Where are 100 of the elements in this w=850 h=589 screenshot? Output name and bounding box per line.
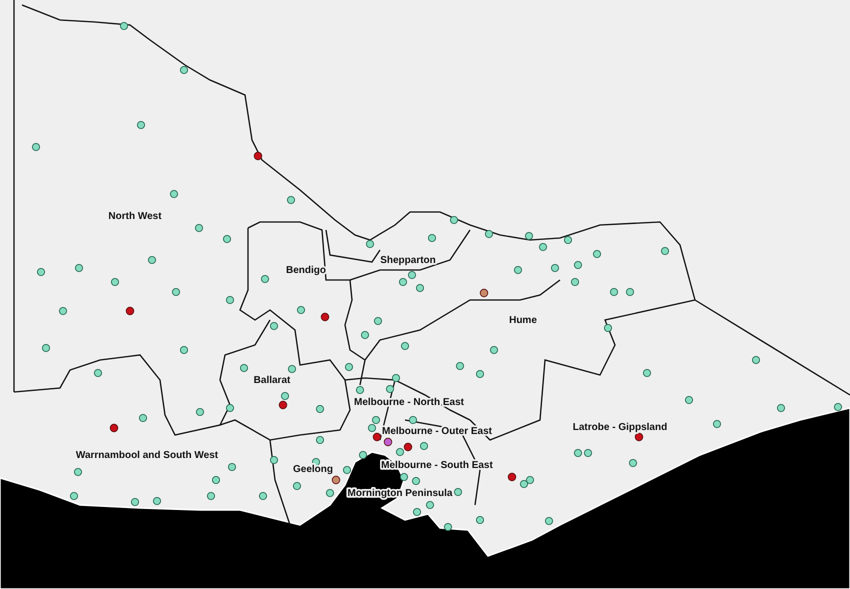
map-marker — [74, 264, 84, 272]
map-marker — [570, 278, 580, 286]
map-marker — [42, 344, 50, 352]
map-marker — [520, 480, 528, 488]
map-marker — [70, 492, 78, 500]
map-marker — [286, 196, 296, 204]
map-marker — [358, 450, 368, 460]
map-marker — [326, 488, 334, 498]
map-marker — [316, 436, 324, 444]
map-marker — [152, 496, 162, 506]
map-marker — [170, 190, 178, 198]
map-marker — [194, 224, 204, 232]
map-marker — [180, 346, 188, 354]
map-marker — [426, 500, 434, 510]
map-marker — [490, 346, 498, 354]
map-marker — [752, 356, 760, 364]
map-marker — [110, 278, 120, 286]
map-marker — [36, 268, 46, 276]
map-marker — [120, 22, 128, 30]
map-marker — [408, 416, 418, 424]
map-marker — [574, 260, 582, 270]
map-marker — [776, 404, 786, 412]
map-marker — [260, 274, 270, 284]
map-marker — [660, 246, 670, 256]
map-marker — [444, 522, 452, 532]
map-marker — [316, 404, 324, 414]
map-marker — [592, 250, 602, 258]
map-marker — [526, 476, 534, 484]
map-marker — [74, 468, 82, 476]
map-marker — [212, 476, 220, 484]
map-marker — [484, 230, 494, 238]
region-label: Hume — [509, 315, 537, 326]
map-marker — [428, 234, 436, 242]
map-marker — [226, 404, 234, 412]
map-marker — [408, 270, 416, 280]
map-marker — [642, 368, 652, 378]
map-marker — [240, 364, 248, 372]
map-marker — [196, 408, 204, 416]
map-marker — [58, 306, 68, 316]
map-marker — [136, 120, 146, 130]
map-marker — [412, 508, 422, 516]
map-marker — [550, 264, 560, 272]
map-marker — [222, 234, 232, 244]
map-marker — [32, 142, 40, 152]
region-label: Warrnambool and South West — [76, 450, 218, 461]
map-marker — [366, 240, 374, 248]
map-marker — [456, 362, 464, 370]
map-marker — [524, 232, 534, 240]
map-marker — [396, 448, 404, 456]
map-marker — [372, 416, 380, 424]
map-marker — [564, 236, 572, 244]
map-marker — [386, 384, 394, 394]
map-marker — [368, 424, 376, 432]
region-label: Ballarat — [254, 375, 290, 386]
map-marker — [416, 284, 424, 292]
map-marker — [628, 458, 638, 468]
map-marker — [584, 448, 592, 458]
map-marker — [226, 296, 234, 304]
map-marker — [400, 342, 410, 350]
map-marker — [604, 324, 612, 332]
map-marker — [206, 492, 216, 500]
map-marker — [296, 306, 306, 314]
map-marker — [420, 442, 428, 450]
map-marker — [180, 66, 188, 74]
map-marker — [360, 330, 370, 340]
map-marker — [412, 476, 420, 486]
map-marker — [356, 386, 364, 394]
map-marker — [712, 420, 722, 428]
map-marker — [270, 456, 278, 464]
map-marker — [258, 492, 268, 500]
map-marker — [342, 466, 352, 474]
map-marker — [312, 458, 320, 466]
map-marker — [270, 322, 278, 330]
map-marker — [280, 392, 290, 400]
map-marker — [610, 288, 618, 296]
map-marker — [626, 288, 634, 296]
region-label: North West — [108, 211, 162, 222]
region-label: Latrobe - Gippsland — [572, 422, 668, 433]
map-marker — [138, 414, 148, 422]
map-marker — [834, 402, 842, 412]
map-marker — [538, 242, 548, 252]
map-marker — [684, 396, 694, 404]
map-marker — [374, 316, 382, 326]
region-label: Shepparton — [380, 255, 436, 266]
map-marker — [574, 448, 582, 458]
map-marker — [94, 368, 102, 378]
map-marker — [228, 462, 236, 472]
map-marker — [148, 256, 156, 264]
map-marker — [292, 482, 302, 490]
map-marker — [476, 516, 484, 524]
map-marker — [172, 288, 180, 296]
map-marker — [130, 498, 140, 506]
map-marker — [476, 370, 484, 378]
map-marker — [392, 374, 400, 382]
map-marker — [450, 216, 458, 224]
map-marker — [288, 364, 296, 374]
map-marker — [544, 516, 554, 526]
region-label: Geelong — [293, 464, 333, 475]
map-marker — [454, 488, 462, 496]
map-marker — [398, 278, 408, 286]
